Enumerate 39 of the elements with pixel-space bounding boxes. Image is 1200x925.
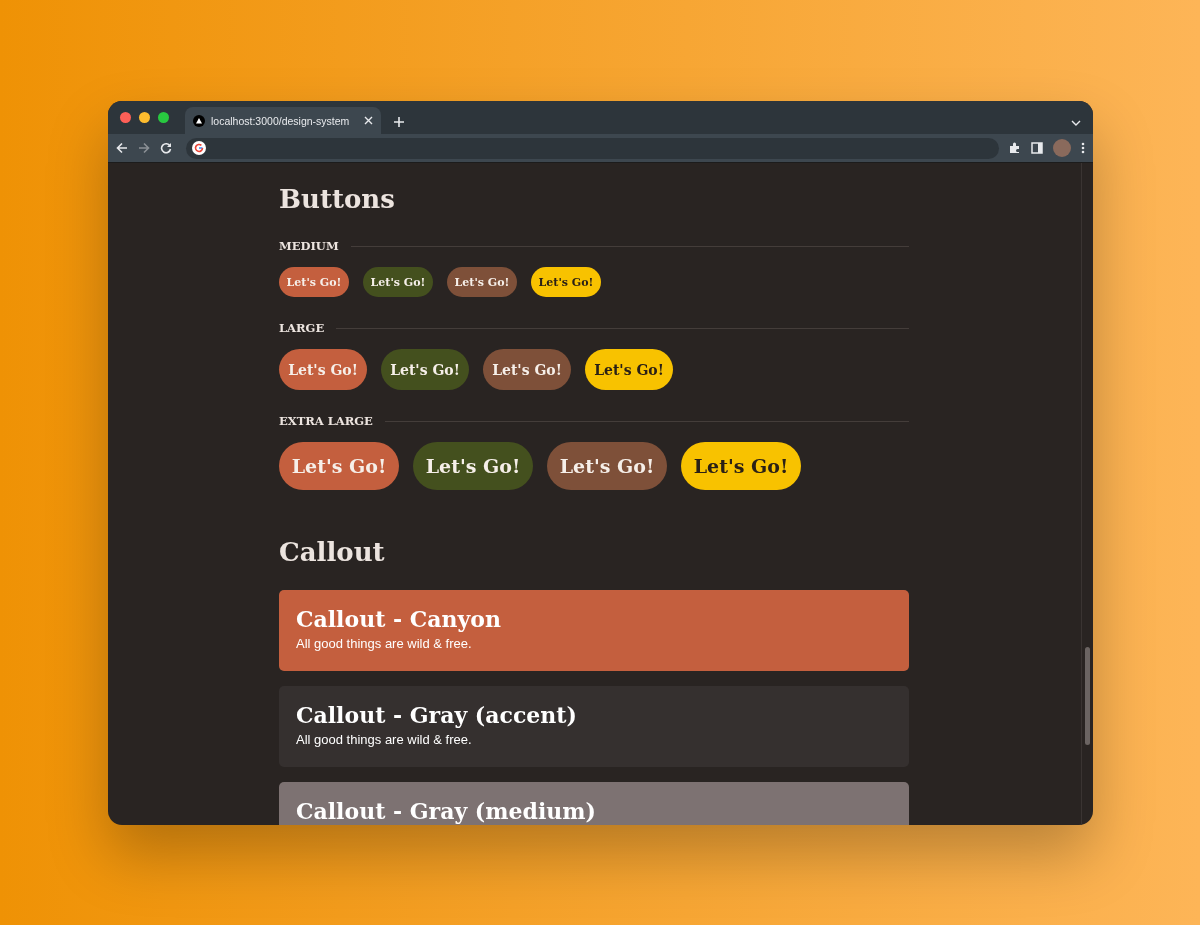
- google-g-icon: [192, 141, 206, 155]
- scrollbar-thumb[interactable]: [1085, 647, 1090, 745]
- chevron-down-icon[interactable]: [1071, 120, 1081, 126]
- lets-go-button[interactable]: Let's Go!: [279, 442, 399, 490]
- size-label: LARGE: [279, 321, 325, 335]
- tab-title: localhost:3000/design-system: [211, 114, 351, 127]
- lets-go-button[interactable]: Let's Go!: [381, 349, 469, 390]
- reload-icon[interactable]: [160, 142, 172, 154]
- forward-arrow-icon[interactable]: [138, 142, 150, 154]
- close-window-button[interactable]: [120, 112, 131, 123]
- lets-go-button[interactable]: Let's Go!: [681, 442, 801, 490]
- zoom-window-button[interactable]: [158, 112, 169, 123]
- browser-tab[interactable]: localhost:3000/design-system: [185, 107, 381, 134]
- section-heading: Buttons: [279, 183, 396, 215]
- lets-go-button[interactable]: Let's Go!: [547, 442, 667, 490]
- minimize-window-button[interactable]: [139, 112, 150, 123]
- callout-text: All good things are wild & free.: [296, 732, 473, 747]
- lets-go-button[interactable]: Let's Go!: [413, 442, 533, 490]
- lets-go-button[interactable]: Let's Go!: [483, 349, 571, 390]
- size-label: MEDIUM: [279, 239, 339, 253]
- side-panel-icon[interactable]: [1031, 142, 1043, 154]
- puzzle-piece-icon[interactable]: [1009, 142, 1021, 154]
- triangle-logo-icon: [193, 114, 205, 127]
- callout-text: All good things are wild & free.: [296, 636, 473, 651]
- close-icon[interactable]: [364, 116, 373, 125]
- lets-go-button[interactable]: Let's Go!: [363, 267, 433, 297]
- callout-title: Callout - Canyon: [296, 605, 502, 634]
- lets-go-button[interactable]: Let's Go!: [279, 349, 367, 390]
- callout-title: Callout - Gray (medium): [296, 797, 597, 825]
- plus-icon[interactable]: [393, 116, 405, 128]
- back-arrow-icon[interactable]: [116, 142, 128, 154]
- lets-go-button[interactable]: Let's Go!: [585, 349, 673, 390]
- lets-go-button[interactable]: Let's Go!: [279, 267, 349, 297]
- section-heading: Callout: [279, 536, 386, 568]
- callout-title: Callout - Gray (accent): [296, 701, 578, 730]
- size-label: EXTRA LARGE: [279, 414, 373, 428]
- lets-go-button[interactable]: Let's Go!: [531, 267, 601, 297]
- more-menu-icon[interactable]: [1081, 142, 1085, 154]
- lets-go-button[interactable]: Let's Go!: [447, 267, 517, 297]
